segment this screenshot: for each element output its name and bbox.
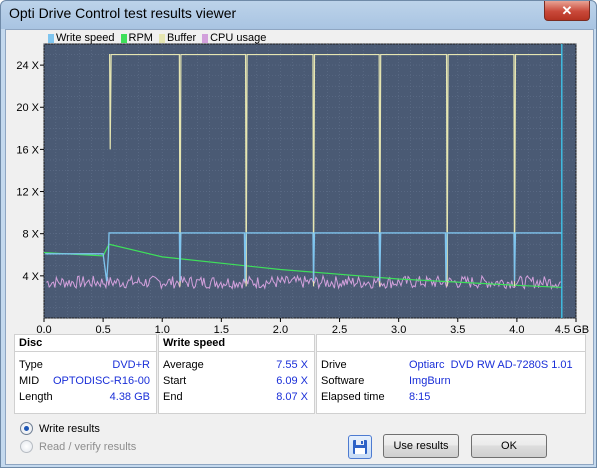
disc-panel-title: Disc (19, 337, 43, 349)
close-button[interactable]: ✕ (544, 1, 590, 21)
disc-type-value: DVD+R (112, 359, 150, 371)
start-speed-value: 6.09 X (276, 375, 308, 387)
x-tick-label: 0.0 (36, 324, 51, 334)
divider (317, 351, 585, 352)
write-speed-panel-title: Write speed (163, 337, 226, 349)
software-label: Software (321, 375, 365, 387)
x-tick-label: 1.0 (155, 324, 170, 334)
chart-area: Write speed RPM Buffer CPU usage 4 X8 X1… (6, 30, 593, 334)
y-tick-label: 8 X (22, 229, 39, 241)
plot-background (43, 43, 577, 319)
disc-mid-value: OPTODISC-R16-00 (53, 375, 150, 387)
save-button[interactable] (348, 435, 372, 459)
end-speed-value: 8.07 X (276, 391, 308, 403)
y-tick-label: 16 X (16, 144, 39, 156)
radio-unchecked-icon (20, 440, 33, 453)
x-tick-label: 0.5 (95, 324, 110, 334)
drive-info-panel: Drive Optiarc DVD RW AD-7280S 1.01 Softw… (316, 334, 586, 414)
title-bar: Opti Drive Control test results viewer ✕ (1, 1, 596, 29)
x-tick-label: 4.5 GB (555, 324, 589, 334)
write-results-radio[interactable]: Write results (20, 422, 100, 435)
x-tick-label: 3.5 (450, 324, 465, 334)
x-tick-label: 1.5 (214, 324, 229, 334)
disc-panel: Disc Type DVD+R MID OPTODISC-R16-00 Leng… (14, 334, 157, 414)
speed-chart: 4 X 8 X 12 X 16 X 20 X 24 X 0.0 0.5 1.0 1.5 2.0 2.5… (16, 43, 589, 334)
ok-label: OK (501, 440, 517, 452)
end-speed-label: End (163, 391, 183, 403)
y-tick-label: 12 X (16, 187, 39, 199)
ok-button[interactable]: OK (471, 434, 547, 458)
write-speed-panel: Write speed Average 7.55 X Start 6.09 X … (158, 334, 315, 414)
x-tick-label: 2.0 (273, 324, 288, 334)
disc-type-label: Type (19, 359, 43, 371)
read-verify-results-label: Read / verify results (39, 440, 137, 453)
divider (159, 351, 314, 352)
x-tick-label: 2.5 (332, 324, 347, 334)
radio-checked-icon (20, 422, 33, 435)
floppy-disk-icon (353, 440, 367, 454)
disc-length-label: Length (19, 391, 53, 403)
elapsed-time-label: Elapsed time (321, 391, 385, 403)
drive-label: Drive (321, 359, 347, 371)
close-icon: ✕ (561, 2, 573, 18)
client-area: Write speed RPM Buffer CPU usage 4 X8 X1… (5, 29, 594, 465)
drive-value: Optiarc DVD RW AD-7280S 1.01 (409, 359, 573, 371)
y-tick-label: 4 X (22, 271, 39, 283)
x-tick-label: 4.0 (509, 324, 524, 334)
read-verify-results-radio[interactable]: Read / verify results (20, 440, 136, 453)
app-window: Opti Drive Control test results viewer ✕… (0, 0, 597, 468)
start-speed-label: Start (163, 375, 187, 387)
x-tick-label: 3.0 (391, 324, 406, 334)
window-title: Opti Drive Control test results viewer (9, 5, 237, 21)
disc-length-value: 4.38 GB (109, 391, 150, 403)
write-results-label: Write results (39, 422, 100, 435)
elapsed-time-value: 8:15 (409, 391, 431, 403)
use-results-button[interactable]: Use results (383, 434, 459, 458)
average-speed-value: 7.55 X (276, 359, 308, 371)
use-results-label: Use results (393, 440, 449, 452)
disc-mid-label: MID (19, 375, 40, 387)
divider (15, 351, 156, 352)
average-speed-label: Average (163, 359, 204, 371)
software-value: ImgBurn (409, 375, 451, 387)
y-tick-label: 24 X (16, 60, 39, 72)
y-tick-label: 20 X (16, 102, 39, 114)
